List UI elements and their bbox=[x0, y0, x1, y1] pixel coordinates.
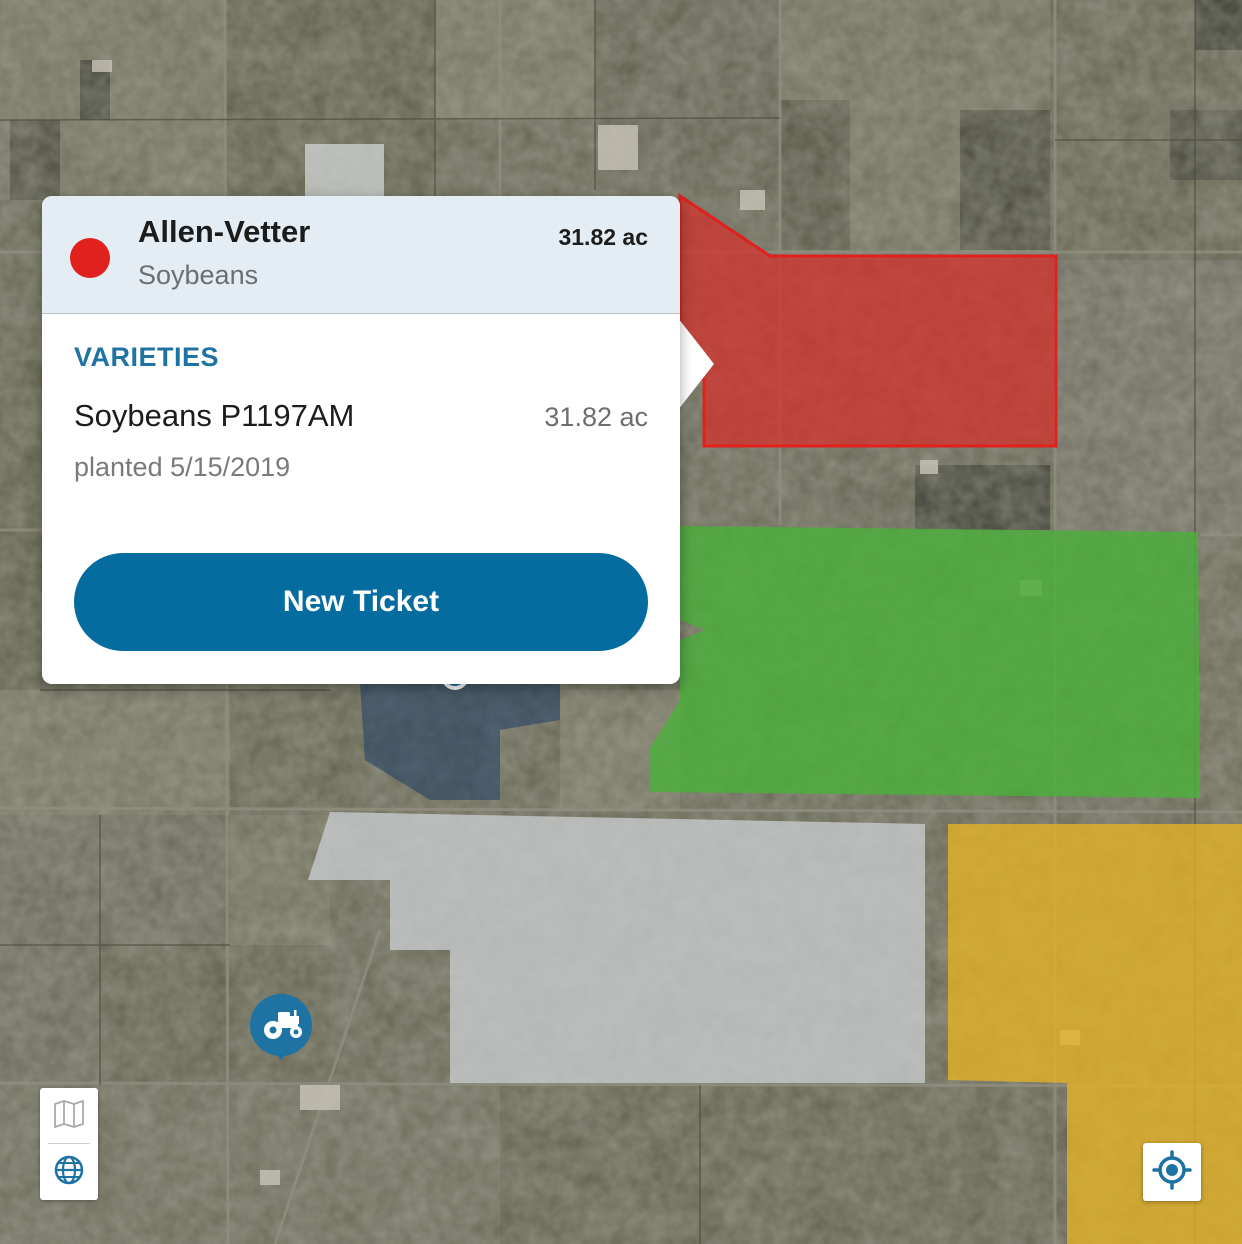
variety-name: Soybeans P1197AM bbox=[74, 398, 355, 433]
map-type-control bbox=[40, 1088, 98, 1200]
varieties-heading: VARIETIES bbox=[74, 342, 220, 372]
field-green[interactable] bbox=[650, 526, 1200, 798]
field-allen-vetter[interactable] bbox=[305, 144, 384, 196]
variety-acres: 31.82 ac bbox=[544, 402, 648, 432]
field-crop: Soybeans bbox=[138, 260, 259, 290]
tractor-marker-icon[interactable] bbox=[248, 992, 314, 1062]
map-view-button[interactable] bbox=[40, 1088, 98, 1144]
map-icon bbox=[53, 1099, 85, 1134]
field-name: Allen-Vetter bbox=[138, 214, 311, 249]
locate-me-button[interactable] bbox=[1143, 1143, 1201, 1201]
popup-header: Allen-Vetter Soybeans 31.82 ac bbox=[42, 196, 680, 314]
globe-icon bbox=[53, 1154, 85, 1191]
field-acres: 31.82 ac bbox=[558, 224, 648, 250]
field-status-indicator bbox=[70, 238, 110, 278]
crosshair-icon bbox=[1152, 1149, 1192, 1195]
variety-planted-date: planted 5/15/2019 bbox=[74, 452, 291, 482]
field-info-popup: Allen-Vetter Soybeans 31.82 ac VARIETIES… bbox=[42, 196, 680, 684]
satellite-view-button[interactable] bbox=[40, 1144, 98, 1200]
new-ticket-button[interactable]: New Ticket bbox=[74, 553, 648, 651]
map-canvas[interactable]: Allen-Vetter Soybeans 31.82 ac VARIETIES… bbox=[0, 0, 1242, 1244]
popup-pointer bbox=[678, 318, 714, 410]
